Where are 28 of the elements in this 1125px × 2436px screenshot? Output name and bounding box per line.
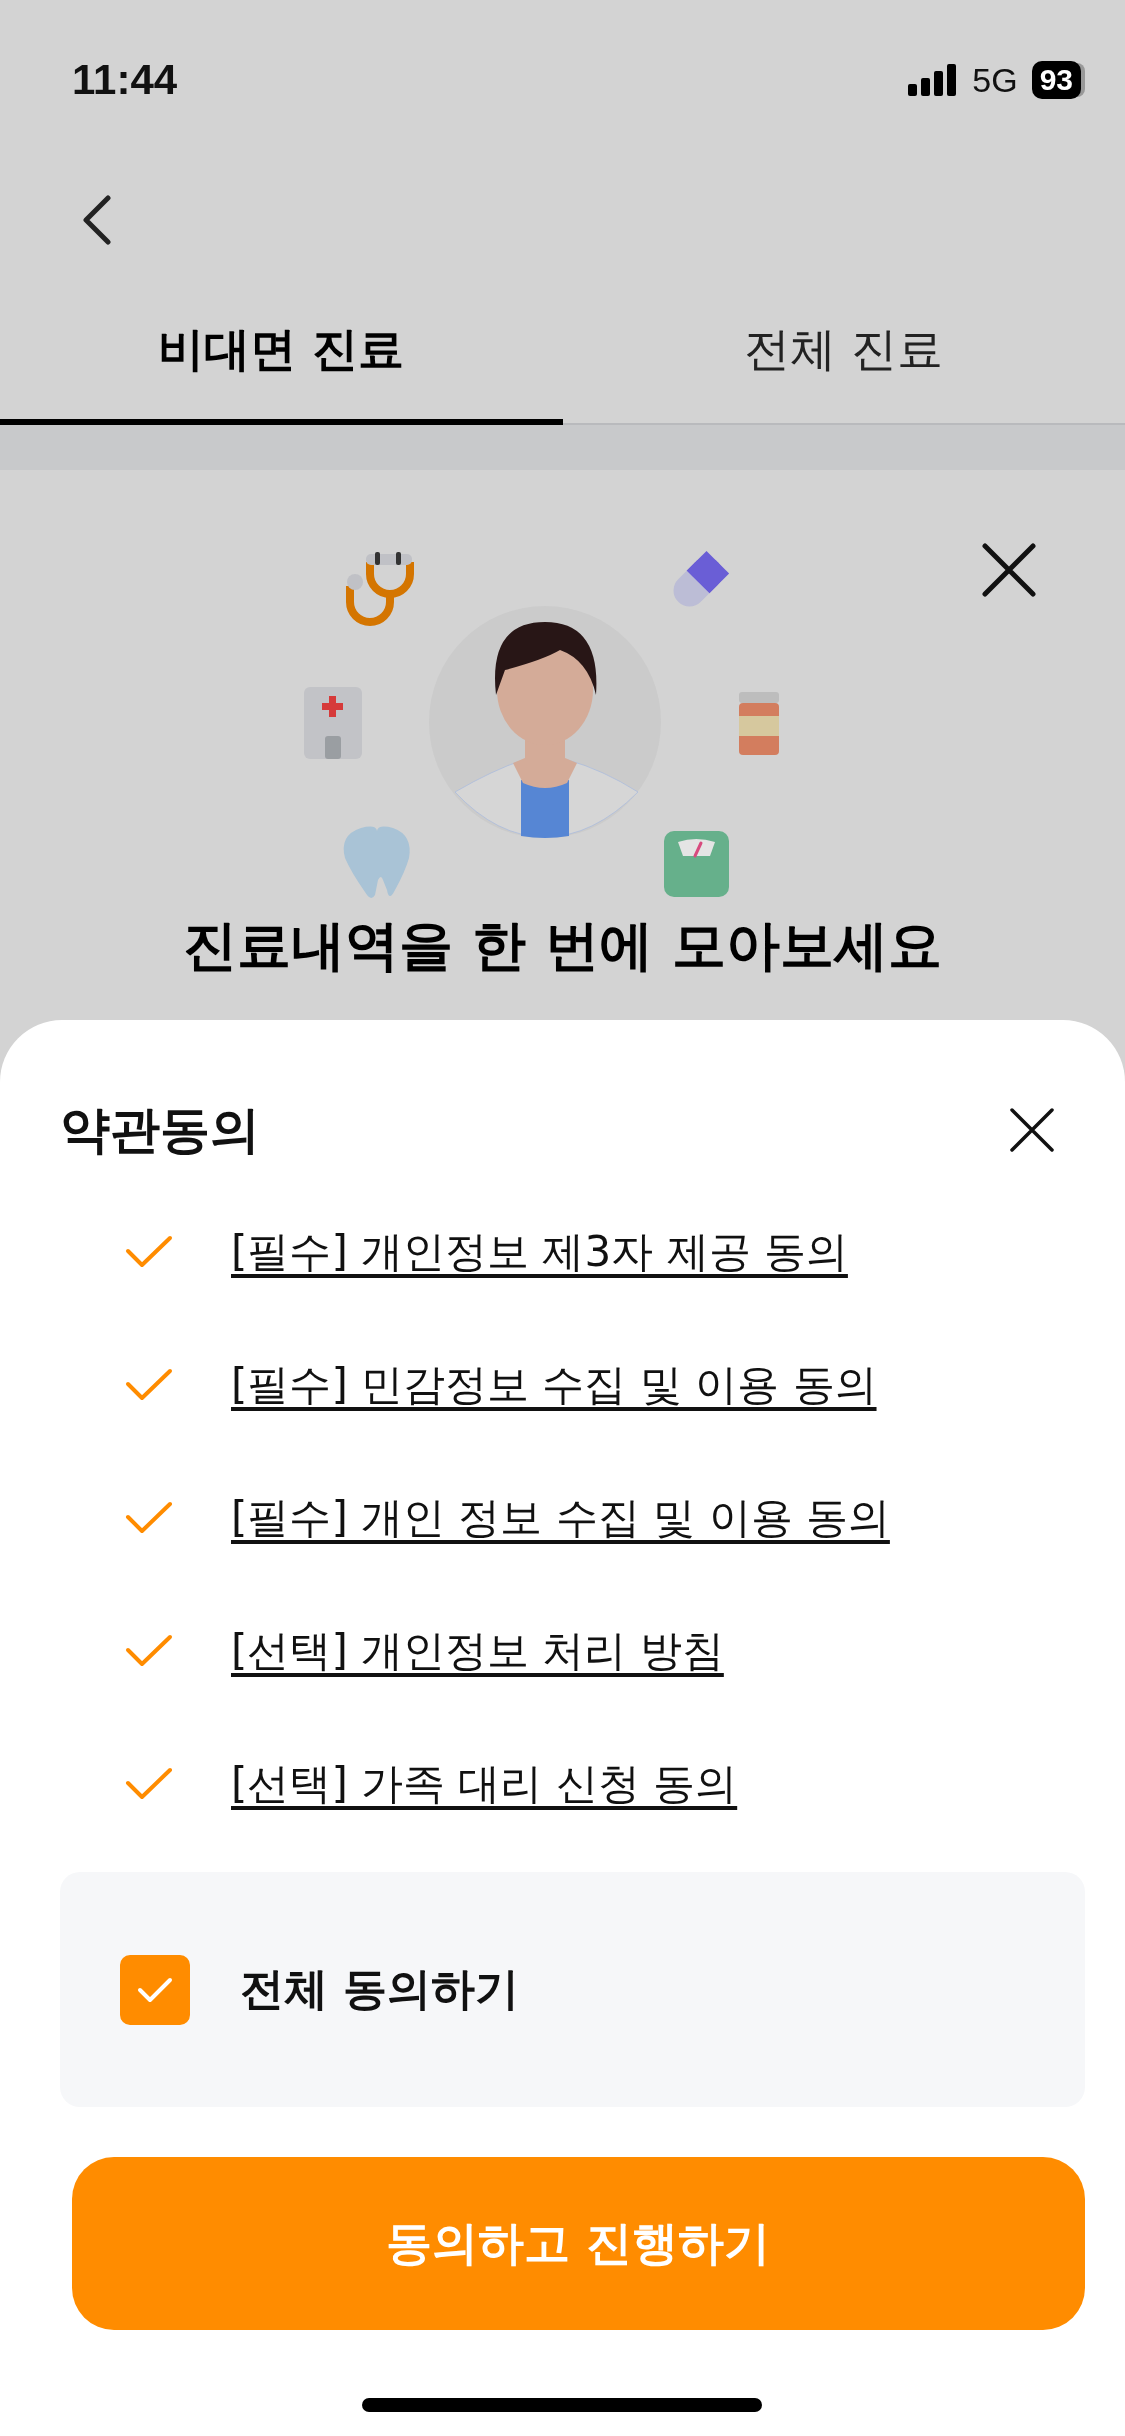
status-time: 11:44 [72,56,178,104]
terms-link[interactable]: [필수] 개인정보 제3자 제공 동의 [231,1223,848,1280]
agree-all-label: 전체 동의하기 [240,1962,520,2016]
terms-link[interactable]: [필수] 개인 정보 수집 및 이용 동의 [231,1489,890,1546]
sheet-title: 약관동의 [60,1099,260,1161]
check-icon[interactable] [125,1766,173,1801]
stethoscope-icon [345,552,414,626]
terms-link[interactable]: [필수] 민감정보 수집 및 이용 동의 [231,1356,877,1413]
tab[interactable]: 전체 진료 [562,280,1125,425]
terms-link[interactable]: [선택] 개인정보 처리 방침 [231,1622,724,1679]
check-icon [137,1975,173,2004]
banner-heading: 진료내역을 한 번에 모아보세요 [183,913,942,979]
close-icon[interactable] [981,542,1037,598]
tooth-icon [343,826,410,898]
jar-icon [738,692,779,755]
signal-icon [908,64,959,96]
back-icon[interactable] [82,195,112,245]
scale-icon [663,831,729,897]
check-icon[interactable] [125,1367,173,1402]
close-icon[interactable] [1009,1107,1055,1153]
checkbox[interactable] [120,1954,190,2025]
network-label: 5G [972,60,1018,100]
check-icon[interactable] [125,1633,173,1668]
hospital-icon [303,687,362,759]
check-icon[interactable] [125,1500,173,1535]
check-icon[interactable] [125,1234,173,1269]
pill-icon [673,550,729,607]
terms-link[interactable]: [선택] 가족 대리 신청 동의 [231,1755,738,1812]
